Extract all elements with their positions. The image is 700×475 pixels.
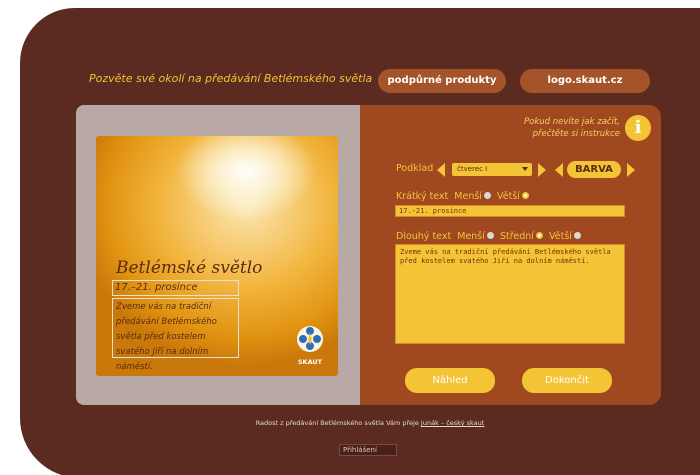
footer-text: Radost z předávání Betlémského světla Vá…: [255, 419, 421, 427]
poster-preview: Betlémské světlo 17.–21. prosince Zveme …: [96, 136, 338, 376]
color-next-arrow-icon[interactable]: [627, 163, 635, 177]
background-label: Podklad: [396, 163, 434, 174]
short-size-smaller-radio[interactable]: [483, 192, 491, 199]
background-prev-arrow-icon[interactable]: [437, 163, 445, 177]
short-size-larger-label: Větší: [497, 191, 520, 202]
login-button[interactable]: Přihlášení: [339, 444, 397, 456]
long-size-medium-label: Střední: [499, 231, 534, 242]
color-prev-arrow-icon[interactable]: [555, 163, 563, 177]
poster-long-text: Zveme vás na tradiční předávání Betlémsk…: [112, 298, 239, 372]
long-size-larger-radio[interactable]: [573, 232, 581, 239]
background-next-arrow-icon[interactable]: [538, 163, 546, 177]
color-button[interactable]: BARVA: [567, 161, 621, 178]
junak-link[interactable]: Junák – český skaut: [421, 419, 484, 427]
help-text[interactable]: Pokud nevíte jak začít, přečtěte si inst…: [500, 116, 620, 140]
long-size-smaller-radio[interactable]: [486, 232, 494, 239]
invite-heading: Pozvěte své okolí na předávání Betlémské…: [89, 72, 373, 85]
poster-short-text: 17.–21. prosince: [112, 280, 239, 296]
footer: Radost z předávání Betlémského světla Vá…: [0, 419, 700, 427]
background-select-value: čtverec I: [457, 165, 488, 173]
short-text-label: Krátký text: [396, 191, 449, 202]
skaut-lily-icon: [297, 326, 323, 352]
long-size-smaller-label: Menší: [457, 231, 485, 242]
logo-label: SKAUT: [297, 358, 323, 366]
long-text-size-row: Dlouhý text Menší Střední Větší: [396, 231, 581, 242]
info-icon[interactable]: i: [625, 115, 651, 141]
preview-button[interactable]: Náhled: [405, 368, 495, 393]
background-select[interactable]: čtverec I: [452, 163, 532, 176]
long-size-medium-radio[interactable]: [535, 232, 543, 239]
long-text-input[interactable]: Zveme vás na tradiční předávání Betlémsk…: [395, 244, 625, 344]
short-text-input[interactable]: 17.-21. prosince: [395, 205, 625, 217]
long-text-label: Dlouhý text: [396, 231, 452, 242]
chevron-down-icon: [522, 167, 528, 171]
support-products-button[interactable]: podpůrné produkty: [378, 69, 506, 93]
poster-title: Betlémské světlo: [116, 258, 263, 278]
finish-button[interactable]: Dokončit: [522, 368, 612, 393]
short-size-smaller-label: Menší: [454, 191, 482, 202]
short-size-larger-radio[interactable]: [521, 192, 529, 199]
short-text-size-row: Krátký text Menší Větší: [396, 191, 529, 202]
logo-link-button[interactable]: logo.skaut.cz: [520, 69, 650, 93]
long-size-larger-label: Větší: [549, 231, 572, 242]
skaut-logo: SKAUT: [291, 324, 329, 368]
